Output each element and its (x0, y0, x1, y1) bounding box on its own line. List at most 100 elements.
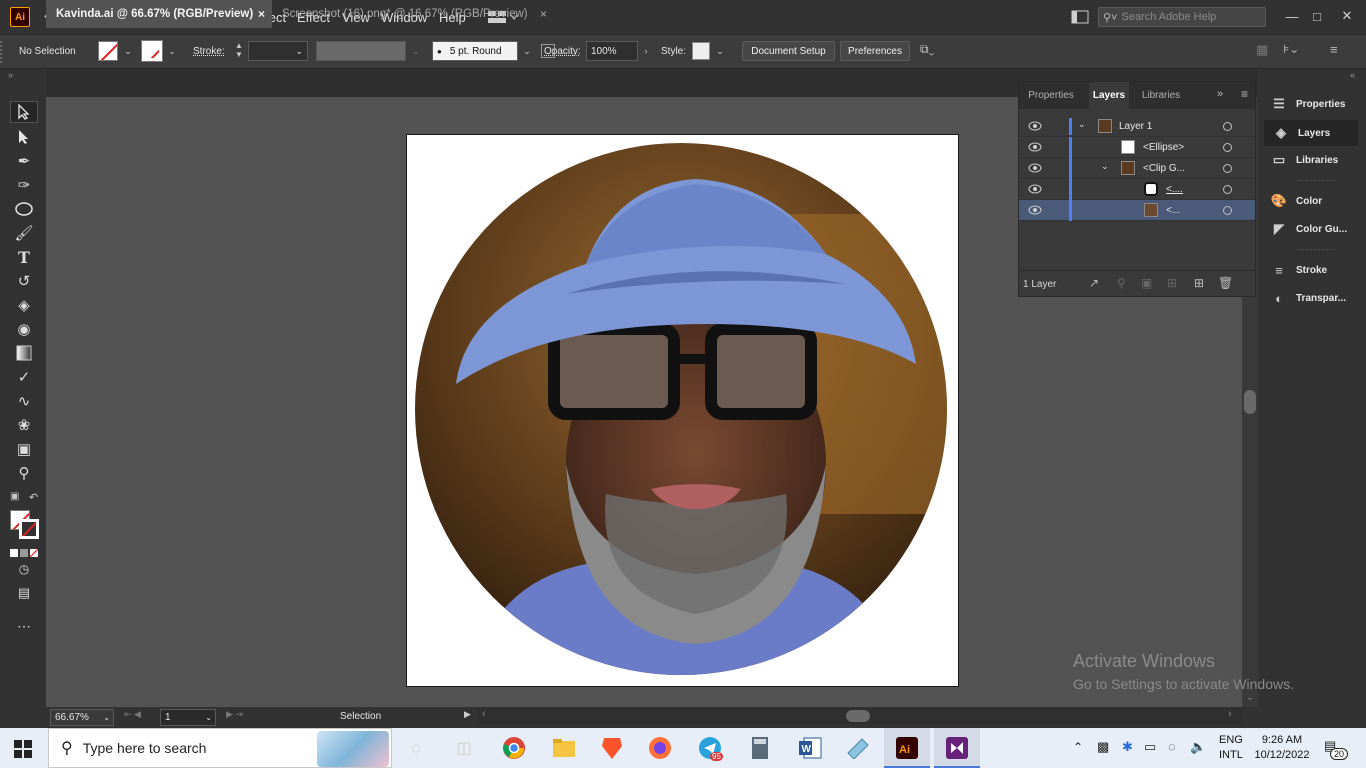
zoom-tool-icon[interactable]: ⚲ (10, 462, 38, 484)
stroke-swatch[interactable] (141, 40, 163, 62)
tab-layers[interactable]: Layers (1089, 82, 1129, 109)
layer-name[interactable]: <.... (1166, 184, 1183, 195)
export-icon[interactable]: ↗ (1089, 276, 1099, 290)
target-icon[interactable] (1223, 206, 1232, 215)
bluetooth-icon[interactable]: ✱ (1122, 739, 1133, 755)
wifi-icon[interactable]: ◌ (1168, 739, 1176, 754)
pen-tool-icon[interactable]: ✒ (10, 150, 38, 172)
layer-row-ellipse[interactable]: <Ellipse> (1019, 137, 1255, 158)
firefox-icon[interactable] (646, 734, 674, 762)
shape-builder-tool-icon[interactable]: ◉ (10, 318, 38, 340)
default-fill-stroke-icon[interactable]: ▣ (10, 491, 22, 503)
direct-selection-tool-icon[interactable] (10, 126, 38, 148)
edit-toolbar-icon[interactable]: ⋯ (10, 615, 38, 637)
selection-tool-icon[interactable] (10, 101, 38, 123)
collapse-chevron-icon[interactable]: ⌄ (1101, 161, 1109, 172)
align-icon[interactable]: ▦ (1256, 42, 1272, 58)
collapse-chevron-icon[interactable]: ⌄ (1078, 119, 1086, 130)
notes-app-icon[interactable] (844, 734, 872, 762)
brave-browser-icon[interactable] (598, 734, 626, 762)
opacity-arrow-icon[interactable]: › (638, 41, 654, 61)
opacity-input[interactable]: 100% (586, 41, 638, 61)
ellipse-tool-icon[interactable] (10, 198, 38, 220)
eyedropper-tool-icon[interactable]: ✓ (10, 366, 38, 388)
color-guide-panel-button[interactable]: ◤ Color Gu... (1262, 216, 1362, 242)
chrome-icon[interactable] (500, 734, 528, 762)
preferences-button[interactable]: Preferences (840, 41, 910, 61)
target-icon[interactable] (1223, 185, 1232, 194)
stroke-color-swatch[interactable] (19, 519, 39, 539)
stroke-dropdown-chevron-icon[interactable]: ⌄ (164, 41, 180, 61)
stroke-panel-button[interactable]: ≡ Stroke (1262, 257, 1362, 283)
language-indicator[interactable]: ENG INTL (1219, 733, 1243, 763)
artboard-tool-icon[interactable]: ▣ (10, 438, 38, 460)
collapse-toolbar-icon[interactable]: » (8, 70, 13, 80)
fill-dropdown-chevron-icon[interactable]: ⌄ (120, 41, 136, 61)
paintbrush-tool-icon[interactable]: 🖌 (10, 222, 38, 244)
swap-fill-stroke-icon[interactable]: ↶ (29, 491, 41, 504)
visibility-eye-icon[interactable] (1028, 163, 1042, 173)
cortana-icon[interactable]: ○ (402, 734, 430, 762)
clock[interactable]: 9:26 AM 10/12/2022 (1254, 733, 1310, 763)
tray-app-icon[interactable]: ▩ (1097, 739, 1109, 755)
color-panel-button[interactable]: 🎨 Color (1262, 188, 1362, 214)
drawing-mode-icon[interactable]: ◷ (10, 558, 38, 580)
color-mode-icons[interactable] (10, 546, 39, 558)
profile-dropdown-chevron-icon[interactable]: ⌄ (408, 41, 424, 61)
transform-icon[interactable]: ⊧⌄ (1283, 42, 1307, 58)
scroll-left-icon[interactable]: ‹ (482, 708, 492, 722)
layer-row-layer1[interactable]: ⌄ Layer 1 (1019, 116, 1255, 137)
close-tab-icon[interactable]: × (258, 7, 265, 21)
layer-row-clip-path[interactable]: <.... (1019, 179, 1255, 200)
close-button[interactable]: ✕ (1336, 5, 1358, 27)
layer-name[interactable]: <Clip G... (1143, 163, 1185, 174)
word-icon[interactable]: W (796, 734, 824, 762)
eraser-tool-icon[interactable]: ◈ (10, 294, 38, 316)
blend-tool-icon[interactable]: ∿ (10, 390, 38, 412)
layer-name[interactable]: Layer 1 (1119, 121, 1152, 132)
target-icon[interactable] (1223, 122, 1232, 131)
style-swatch[interactable] (692, 42, 710, 60)
layer-name[interactable]: <Ellipse> (1143, 142, 1184, 153)
scroll-right-icon[interactable]: › (1228, 708, 1238, 722)
close-tab-icon[interactable]: × (540, 7, 547, 21)
document-setup-button[interactable]: Document Setup (742, 41, 835, 61)
properties-panel-button[interactable]: ☰ Properties (1262, 91, 1362, 117)
next-last-artboard-icon[interactable]: ▶ ⇥ (226, 709, 262, 726)
layer-row-clip-group[interactable]: ⌄ <Clip G... (1019, 158, 1255, 179)
maximize-button[interactable]: □ (1306, 5, 1328, 27)
tab-screenshot[interactable]: Screenshot (16).png* @ 16.67% (RGB/Previ… (272, 0, 558, 28)
transparency-panel-button[interactable]: ◐ Transpar... (1262, 285, 1362, 311)
status-menu-icon[interactable]: ▶ (464, 709, 474, 723)
stroke-stepper[interactable]: ▲ ▼ (232, 41, 246, 61)
brush-definition-dropdown[interactable]: ● 5 pt. Round (432, 41, 518, 61)
tab-libraries[interactable]: Libraries (1133, 82, 1189, 109)
opacity-label[interactable]: Opacity: (544, 34, 581, 69)
search-adobe-help-input[interactable]: ⚲˅ Search Adobe Help (1098, 7, 1266, 27)
zoom-level-input[interactable]: 66.67% ⌄ (50, 709, 114, 726)
file-explorer-icon[interactable] (550, 734, 578, 762)
layers-panel-button[interactable]: ◈ Layers (1264, 120, 1358, 146)
collapse-dock-icon[interactable]: « (1350, 70, 1355, 80)
brush-chevron-icon[interactable]: ⌄ (519, 41, 535, 61)
rotate-tool-icon[interactable]: ↺ (10, 270, 38, 292)
first-prev-artboard-icon[interactable]: ⇤ ◀ (124, 709, 160, 726)
artboard-number-input[interactable]: 1 ⌄ (160, 709, 216, 726)
stroke-weight-input[interactable]: ⌄ (248, 41, 308, 61)
volume-icon[interactable]: 🔈 (1190, 739, 1206, 755)
visibility-eye-icon[interactable] (1028, 121, 1042, 131)
portrait-clipped-image[interactable] (406, 134, 959, 687)
battery-icon[interactable]: ▭ (1144, 739, 1156, 755)
symbol-sprayer-tool-icon[interactable]: ❀ (10, 414, 38, 436)
layer-row-image[interactable]: <... (1019, 200, 1255, 221)
fill-swatch[interactable] (98, 41, 118, 61)
stroke-label[interactable]: Stroke: (193, 34, 225, 69)
screen-mode-icon[interactable]: ▤ (10, 582, 38, 604)
curvature-tool-icon[interactable]: ✑ (10, 174, 38, 196)
minimize-button[interactable]: — (1281, 5, 1303, 27)
libraries-panel-button[interactable]: ▭ Libraries (1262, 147, 1362, 173)
type-tool-icon[interactable]: T (10, 246, 38, 268)
horizontal-scroll-thumb[interactable] (846, 710, 870, 722)
panel-menu-icon[interactable]: ≡ (1241, 87, 1248, 101)
taskbar-search-box[interactable]: ⚲ Type here to search (48, 728, 392, 768)
